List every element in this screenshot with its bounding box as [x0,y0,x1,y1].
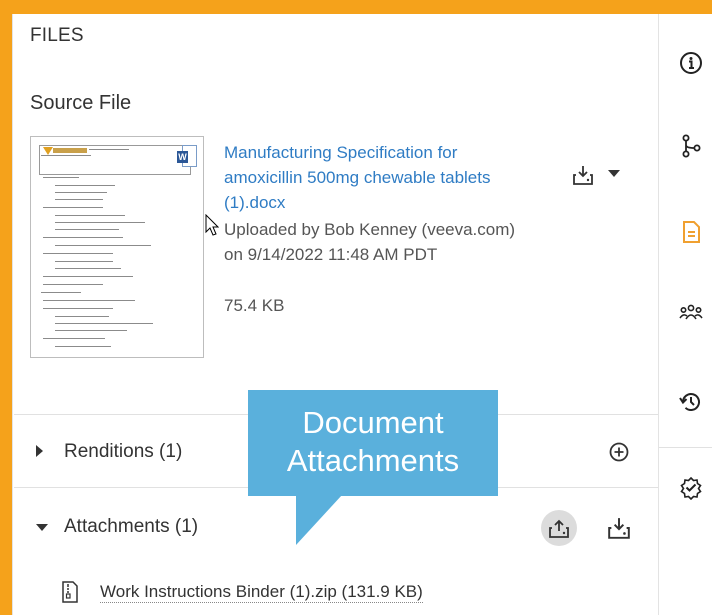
thumbnail-text-line [55,245,151,247]
thumbnail-text-line [55,215,125,217]
thumbnail-text-line [55,222,145,224]
thumbnail-text-line [43,237,123,239]
thumbnail-text-line [55,261,113,263]
mouse-pointer-icon [205,214,219,236]
callout-line-2: Attachments [286,443,460,478]
history-icon[interactable] [679,390,703,414]
vault-logo [43,147,89,155]
callout-line-1: Document [302,405,444,440]
workflow-icon[interactable] [679,134,703,158]
thumbnail-text-line [41,155,91,157]
sidebar-divider [659,447,712,448]
document-thumbnail[interactable]: W [30,136,204,358]
upload-attachment-button[interactable] [541,510,577,546]
thumbnail-text-line [55,268,121,270]
thumbnail-text-line [43,207,103,209]
files-header: FILES [30,25,84,46]
thumbnail-text-line [55,229,119,231]
upload-info: Uploaded by Bob Kenney (veeva.com) on 9/… [224,220,516,264]
caret-down-icon [36,524,48,531]
add-circle-icon[interactable] [608,441,630,463]
document-icon[interactable] [679,220,703,244]
right-sidebar [658,14,712,615]
thumbnail-text-line [55,199,103,201]
chevron-down-icon[interactable] [608,169,620,179]
thumbnail-text-line [55,185,115,187]
sharing-icon[interactable] [679,302,703,326]
thumbnail-text-line [43,308,113,310]
download-icon[interactable] [572,164,594,186]
document-attachments-callout: Document Attachments [248,390,498,496]
attachment-link[interactable]: Work Instructions Binder (1).zip (131.9 … [100,582,423,603]
file-size: 75.4 KB [224,296,285,315]
zip-file-icon [62,581,78,603]
thumbnail-text-line [43,284,103,286]
thumbnail-text-line [55,323,153,325]
word-file-icon: W [177,145,197,169]
thumbnail-text-line [43,177,79,179]
thumbnail-text-line [55,316,109,318]
source-file-title: Source File [30,92,132,114]
callout-pointer [296,495,342,545]
attachments-toggle[interactable]: Attachments (1) [30,516,250,542]
info-icon[interactable] [679,51,703,75]
thumbnail-text-line [89,149,129,151]
thumbnail-text-line [43,276,133,278]
thumbnail-text-line [43,253,113,255]
thumbnail-text-line [43,300,135,302]
thumbnail-text-line [55,192,107,194]
upload-icon [549,519,569,538]
attachments-label: Attachments (1) [64,516,199,537]
download-attachments-icon[interactable] [607,516,631,540]
thumbnail-text-line [55,330,127,332]
thumbnail-text-line [43,338,105,340]
caret-right-icon [36,445,43,457]
renditions-label: Renditions (1) [64,441,183,462]
thumbnail-text-line [41,292,81,294]
renditions-toggle[interactable]: Renditions (1) [30,441,230,467]
signature-icon[interactable] [679,476,703,500]
source-file-link[interactable]: Manufacturing Specification for amoxicil… [224,140,534,215]
thumbnail-text-line [55,346,111,348]
